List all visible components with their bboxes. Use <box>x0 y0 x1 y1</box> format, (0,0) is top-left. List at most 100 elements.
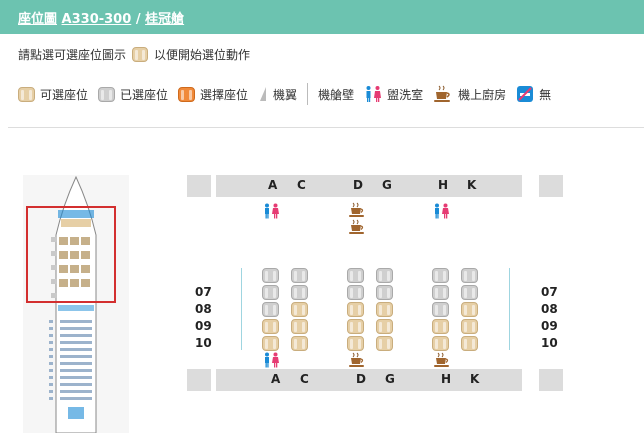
legend-lavatory: 盥洗室 <box>364 85 423 103</box>
seat-10H[interactable] <box>432 336 449 351</box>
seat-07H[interactable] <box>432 285 449 300</box>
instruction-text: 請點選可選座位圖示 以便開始選位動作 <box>18 46 250 63</box>
cabin-link[interactable]: 桂冠艙 <box>145 12 184 27</box>
available-seat-icon <box>18 86 35 102</box>
column-label: C <box>300 372 309 386</box>
seat-08K[interactable] <box>461 302 478 317</box>
seat[interactable] <box>347 268 364 283</box>
page-header: 座位圖 A330-300 / 桂冠艙 <box>0 0 644 34</box>
column-label: C <box>297 178 306 192</box>
seat-07K[interactable] <box>461 285 478 300</box>
seat[interactable] <box>432 268 449 283</box>
seat[interactable] <box>262 268 279 283</box>
row-label-right: 08 <box>541 302 558 316</box>
seat[interactable] <box>376 268 393 283</box>
lavatory-icon <box>265 203 279 219</box>
legend-label: 機上廚房 <box>458 87 507 102</box>
seat-08C[interactable] <box>291 302 308 317</box>
seat-10A[interactable] <box>262 336 279 351</box>
seat-09G[interactable] <box>376 319 393 334</box>
legend-smoking: 無 <box>516 85 551 103</box>
seat-08H[interactable] <box>432 302 449 317</box>
row-label-right: 07 <box>541 285 558 299</box>
overview-viewport-frame[interactable] <box>26 206 116 303</box>
scroll-right-top <box>539 175 563 197</box>
cabin-wall-line <box>241 268 242 350</box>
row-label-left: 07 <box>195 285 212 299</box>
legend-label: 已選座位 <box>120 87 169 102</box>
legend-label: 無 <box>539 87 552 102</box>
bulkhead-icon <box>307 83 309 105</box>
column-label: K <box>467 178 477 192</box>
legend-galley: 機上廚房 <box>433 85 506 103</box>
legend-occupied: 已選座位 <box>98 86 168 103</box>
instruction-before: 請點選可選座位圖示 <box>18 48 127 62</box>
seat-08G[interactable] <box>376 302 393 317</box>
seat-07G[interactable] <box>376 285 393 300</box>
divider <box>8 127 644 128</box>
column-label: A <box>271 372 281 386</box>
galley-coffee-icon <box>434 352 449 367</box>
lavatory-icon <box>265 352 279 368</box>
available-seat-icon <box>132 47 149 62</box>
seat-09H[interactable] <box>432 319 449 334</box>
galley-coffee-icon <box>434 85 451 102</box>
column-label: G <box>382 178 392 192</box>
galley-coffee-icon <box>349 219 364 234</box>
instruction-after: 以便開始選位動作 <box>154 48 251 62</box>
column-label: K <box>470 372 480 386</box>
scroll-left-bottom <box>187 369 211 391</box>
scroll-right-bottom <box>539 369 563 391</box>
row-label-left: 10 <box>195 336 212 350</box>
aircraft-link[interactable]: A330-300 <box>62 12 132 27</box>
occupied-seat-icon <box>98 86 116 102</box>
column-label: A <box>268 178 278 192</box>
row-label-right: 10 <box>541 336 558 350</box>
legend-wing: 機翼 <box>258 86 297 103</box>
cabin-wall-line <box>509 268 510 350</box>
column-label: H <box>438 178 449 192</box>
legend-label: 可選座位 <box>40 87 89 102</box>
lavatory-icon <box>435 203 449 219</box>
seat-07C[interactable] <box>291 285 308 300</box>
seat-07A[interactable] <box>262 285 279 300</box>
seat-09C[interactable] <box>291 319 308 334</box>
seat-08D[interactable] <box>347 302 364 317</box>
galley-coffee-icon <box>349 352 364 367</box>
seat-10C[interactable] <box>291 336 308 351</box>
row-label-left: 08 <box>195 302 212 316</box>
galley-coffee-icon <box>349 202 364 217</box>
row-label-left: 09 <box>195 319 212 333</box>
legend-label: 機翼 <box>273 87 298 102</box>
column-label: D <box>356 372 366 386</box>
title-separator: / <box>135 12 141 27</box>
seat-09D[interactable] <box>347 319 364 334</box>
lavatory-icon <box>366 86 382 102</box>
column-label: H <box>441 372 452 386</box>
seat-10K[interactable] <box>461 336 478 351</box>
row-label-right: 09 <box>541 319 558 333</box>
wing-icon <box>260 87 267 101</box>
legend-available: 可選座位 <box>18 86 88 103</box>
seat[interactable] <box>461 268 478 283</box>
seat-09K[interactable] <box>461 319 478 334</box>
legend-label: 盥洗室 <box>387 87 424 102</box>
seat[interactable] <box>291 268 308 283</box>
legend-label: 機艙壁 <box>318 87 355 102</box>
seat-07D[interactable] <box>347 285 364 300</box>
selected-seat-icon <box>178 86 196 102</box>
seatmap-link[interactable]: 座位圖 <box>18 12 57 27</box>
seat-08A[interactable] <box>262 302 279 317</box>
legend-bulkhead: 機艙壁 <box>318 86 354 103</box>
no-smoking-icon <box>517 86 534 102</box>
legend-selected: 選擇座位 <box>178 86 248 103</box>
scroll-left-top <box>187 175 211 197</box>
legend-label: 選擇座位 <box>200 87 249 102</box>
legend: 可選座位 已選座位 選擇座位 機翼 機艙壁 盥洗室 機上廚房 無 <box>18 83 561 105</box>
seat-10G[interactable] <box>376 336 393 351</box>
column-label: G <box>385 372 395 386</box>
seat-10D[interactable] <box>347 336 364 351</box>
column-label: D <box>353 178 363 192</box>
seat-09A[interactable] <box>262 319 279 334</box>
page-title: 座位圖 A330-300 / 桂冠艙 <box>18 8 184 27</box>
